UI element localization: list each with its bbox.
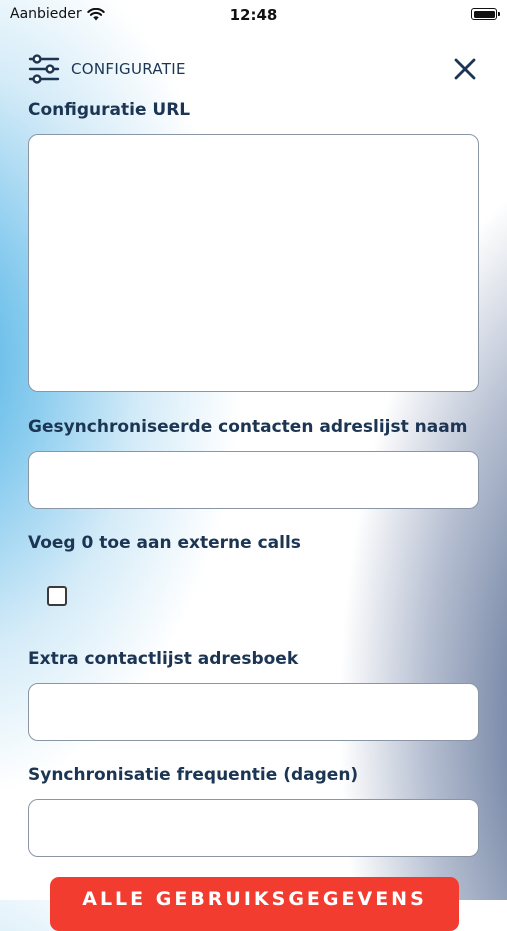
status-bar: Aanbieder 12:48 (0, 0, 507, 28)
close-button[interactable] (452, 56, 478, 82)
carrier-name: Aanbieder (10, 6, 82, 22)
address-list-name-input[interactable] (28, 451, 479, 509)
address-list-name-label: Gesynchroniseerde contacten adreslijst n… (28, 417, 468, 437)
config-header: CONFIGURATIE (28, 52, 478, 86)
save-button[interactable]: ALLE GEBRUIKSGEGEVENS (50, 877, 459, 931)
battery-icon (471, 8, 500, 20)
sync-frequency-input[interactable] (28, 799, 479, 857)
extra-address-book-label: Extra contactlijst adresboek (28, 649, 299, 669)
page-title: CONFIGURATIE (71, 60, 186, 78)
sync-frequency-label: Synchronisatie frequentie (dagen) (28, 765, 359, 785)
battery-level-fill (473, 10, 495, 18)
config-url-label: Configuratie URL (28, 100, 191, 120)
sliders-icon (28, 54, 60, 84)
config-url-input[interactable] (28, 134, 479, 392)
close-icon (454, 58, 476, 80)
add-zero-checkbox[interactable] (47, 586, 67, 606)
wifi-icon (86, 7, 105, 20)
carrier-group: Aanbieder (10, 6, 105, 22)
add-zero-label: Voeg 0 toe aan externe calls (28, 533, 301, 553)
extra-address-book-input[interactable] (28, 683, 479, 741)
